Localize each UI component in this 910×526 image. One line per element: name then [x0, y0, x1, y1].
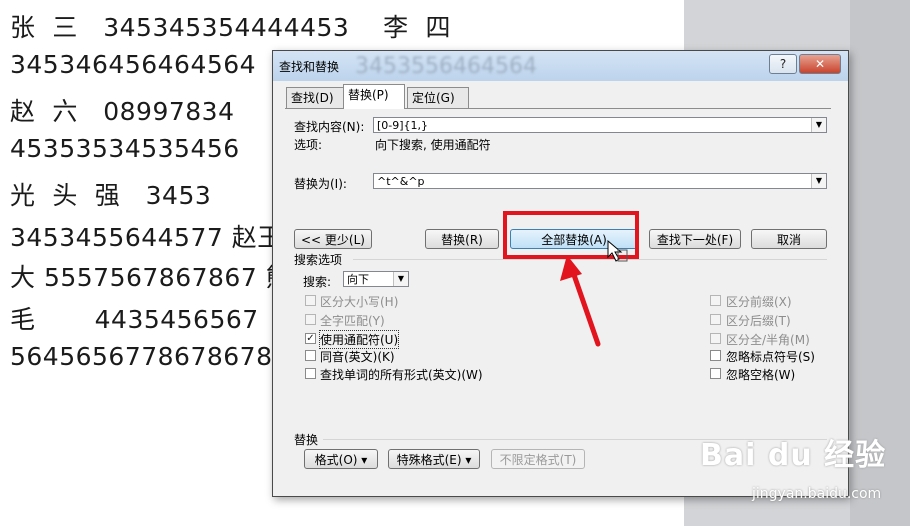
replace-with-label: 替换为(I):	[294, 177, 347, 191]
replace-with-value: ^t^&^p	[377, 175, 425, 188]
match-suffix-checkbox[interactable]	[710, 314, 721, 325]
replace-section-title: 替换	[294, 433, 319, 447]
dialog-title: 查找和替换	[279, 60, 340, 74]
ignore-whitespace-checkbox[interactable]	[710, 368, 721, 379]
chevron-down-icon[interactable]: ▼	[393, 272, 408, 286]
use-wildcards-label: 使用通配符(U)	[318, 330, 400, 349]
replace-with-input[interactable]: ^t^&^p ▼	[373, 173, 827, 189]
doc-line: 3453455644577 赵王	[10, 223, 283, 252]
less-button[interactable]: << 更少(L)	[294, 229, 372, 249]
doc-line: 张 三 345345354444453 李 四	[10, 13, 452, 42]
special-format-button[interactable]: 特殊格式(E) ▾	[388, 449, 480, 469]
sounds-like-label: 同音(英文)(K)	[320, 350, 395, 364]
search-direction-select[interactable]: 向下 ▼	[343, 271, 409, 287]
dialog-titlebar[interactable]: 查找和替换 3453556464564 ? ✕	[273, 51, 848, 81]
find-what-input[interactable]: [0-9]{1,} ▼	[373, 117, 827, 133]
ignore-punctuation-label: 忽略标点符号(S)	[726, 350, 815, 364]
match-width-label: 区分全/半角(M)	[726, 333, 810, 347]
divider	[353, 259, 827, 260]
whole-word-checkbox[interactable]	[305, 314, 316, 325]
all-word-forms-label: 查找单词的所有形式(英文)(W)	[320, 368, 483, 382]
doc-line: 毛 4435456567	[10, 305, 259, 334]
doc-line: 赵 六 08997834	[10, 97, 235, 126]
use-wildcards-checkbox[interactable]: ✓	[305, 333, 316, 344]
options-value: 向下搜索, 使用通配符	[375, 138, 491, 152]
tab-find[interactable]: 查找(D)	[286, 87, 344, 108]
doc-line: 45353534535456	[10, 134, 257, 163]
help-button[interactable]: ?	[769, 54, 797, 74]
chevron-down-icon[interactable]: ▼	[811, 118, 826, 132]
title-ghost-text: 3453556464564	[355, 54, 537, 79]
ignore-whitespace-label: 忽略空格(W)	[726, 368, 796, 382]
all-word-forms-checkbox[interactable]	[305, 368, 316, 379]
chevron-down-icon[interactable]: ▼	[811, 174, 826, 188]
close-button[interactable]: ✕	[799, 54, 841, 74]
match-prefix-label: 区分前缀(X)	[726, 295, 792, 309]
match-suffix-label: 区分后缀(T)	[726, 314, 791, 328]
replace-button[interactable]: 替换(R)	[425, 229, 499, 249]
doc-line: 345346456464564	[10, 50, 273, 79]
cancel-button[interactable]: 取消	[751, 229, 827, 249]
find-what-label: 查找内容(N):	[294, 120, 365, 134]
search-direction-value: 向下	[347, 273, 369, 286]
whole-word-label: 全字匹配(Y)	[320, 314, 385, 328]
doc-line: 光 头 强 3453	[10, 181, 212, 210]
no-formatting-button[interactable]: 不限定格式(T)	[491, 449, 585, 469]
ignore-punctuation-checkbox[interactable]	[710, 350, 721, 361]
find-what-value: [0-9]{1,}	[377, 119, 429, 132]
match-prefix-checkbox[interactable]	[710, 295, 721, 306]
doc-line: 大 5557567867867 熊	[10, 263, 292, 292]
mouse-cursor-icon	[607, 240, 628, 262]
match-case-checkbox[interactable]	[305, 295, 316, 306]
baidu-watermark-url: jingyan.baidu.com	[752, 486, 882, 502]
format-button[interactable]: 格式(O) ▾	[304, 449, 378, 469]
doc-line: 5645656778678678	[10, 342, 273, 371]
search-options-title: 搜索选项	[294, 253, 343, 267]
search-direction-label: 搜索:	[303, 275, 332, 289]
tab-goto[interactable]: 定位(G)	[407, 87, 469, 108]
baidu-watermark: Bai du 经验	[700, 438, 887, 473]
sounds-like-checkbox[interactable]	[305, 350, 316, 361]
match-width-checkbox[interactable]	[710, 333, 721, 344]
options-label: 选项:	[294, 138, 323, 152]
find-next-button[interactable]: 查找下一处(F)	[649, 229, 741, 249]
tab-replace[interactable]: 替换(P)	[343, 84, 405, 109]
match-case-label: 区分大小写(H)	[320, 295, 399, 309]
